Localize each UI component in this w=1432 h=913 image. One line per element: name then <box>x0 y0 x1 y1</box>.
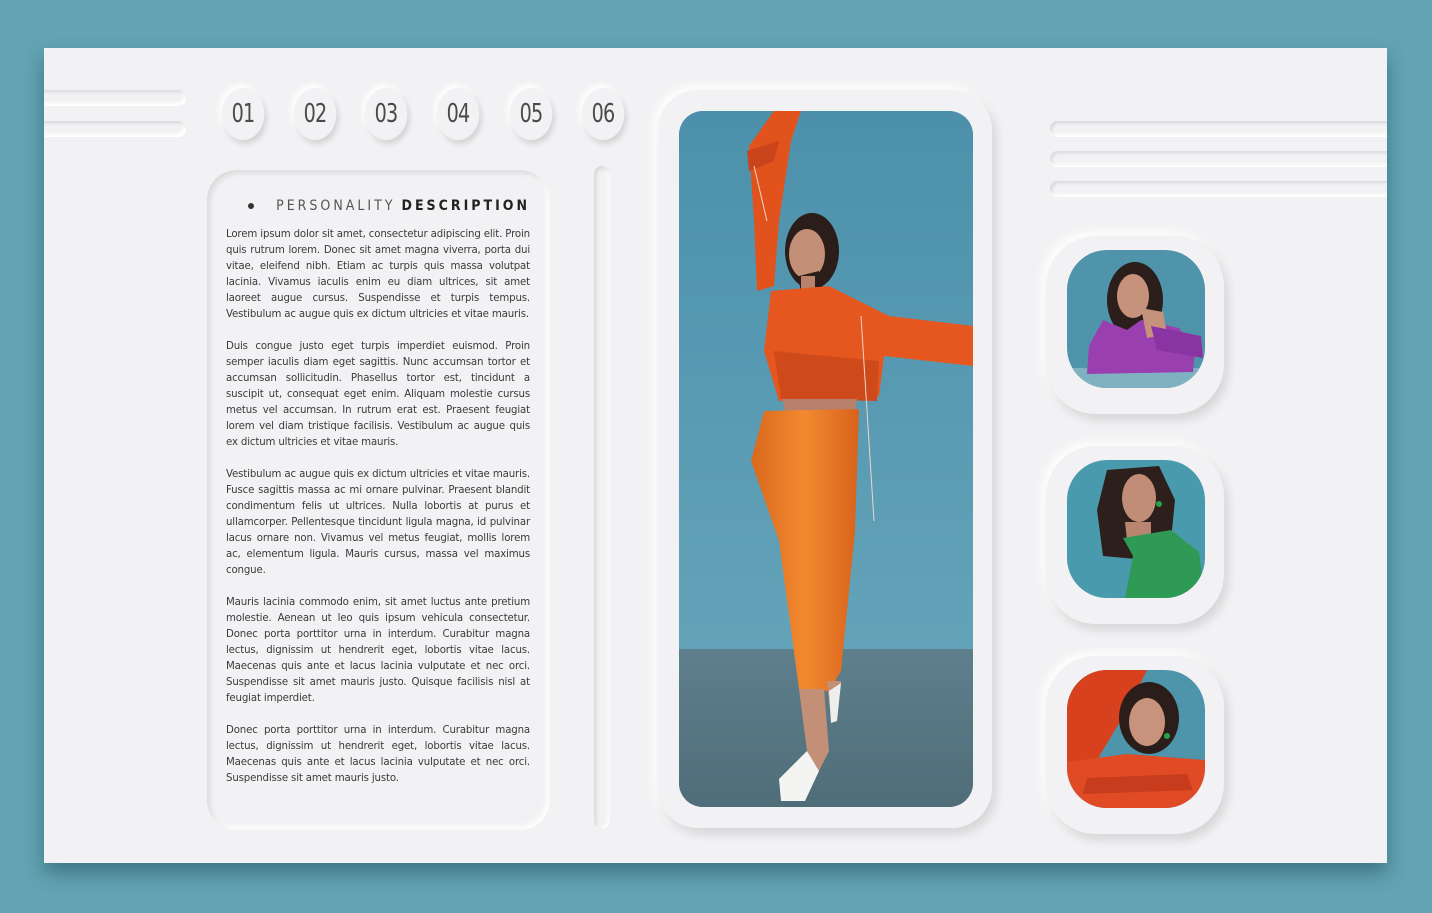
decorative-groove <box>44 90 186 105</box>
profile-card: 01 02 03 04 05 06 PERSONALITY DESCRIPTIO… <box>44 48 1387 863</box>
thumbnail-green-outfit[interactable] <box>1067 460 1205 598</box>
decorative-groove <box>1050 121 1387 136</box>
tab-01[interactable]: 01 <box>221 88 265 140</box>
thumbnail-image <box>1067 250 1205 388</box>
tab-03[interactable]: 03 <box>364 88 408 140</box>
decorative-groove <box>1050 151 1387 166</box>
heading-bold-text: DESCRIPTION <box>401 198 530 214</box>
paragraph: Mauris lacinia commodo enim, sit amet lu… <box>226 597 530 704</box>
scrollbar-track[interactable] <box>594 166 610 829</box>
section-heading: PERSONALITY DESCRIPTION <box>248 198 530 214</box>
main-photo-frame <box>658 90 992 828</box>
paragraph: Vestibulum ac augue quis ex dictum ultri… <box>226 469 530 576</box>
heading-light-text: PERSONALITY <box>276 198 396 214</box>
tab-05[interactable]: 05 <box>509 88 553 140</box>
thumbnail-frame-2 <box>1046 446 1224 624</box>
tab-02[interactable]: 02 <box>293 88 337 140</box>
thumbnail-purple-outfit[interactable] <box>1067 250 1205 388</box>
decorative-groove <box>44 121 186 136</box>
thumbnail-red-outfit[interactable] <box>1067 670 1205 808</box>
tab-06[interactable]: 06 <box>581 88 625 140</box>
description-text: Lorem ipsum dolor sit amet, consectetur … <box>226 227 530 803</box>
model-portrait-image <box>679 111 973 807</box>
thumbnail-frame-3 <box>1046 656 1224 834</box>
bullet-icon <box>248 203 255 209</box>
thumbnail-image <box>1067 460 1205 598</box>
thumbnail-frame-1 <box>1046 236 1224 414</box>
decorative-groove <box>1050 181 1387 196</box>
tab-04[interactable]: 04 <box>436 88 480 140</box>
description-panel: PERSONALITY DESCRIPTION Lorem ipsum dolo… <box>207 170 550 830</box>
paragraph: Donec porta porttitor urna in interdum. … <box>226 725 530 784</box>
paragraph: Duis congue justo eget turpis imperdiet … <box>226 341 530 448</box>
paragraph: Lorem ipsum dolor sit amet, consectetur … <box>226 229 530 320</box>
thumbnail-image <box>1067 670 1205 808</box>
main-photo <box>679 111 973 807</box>
